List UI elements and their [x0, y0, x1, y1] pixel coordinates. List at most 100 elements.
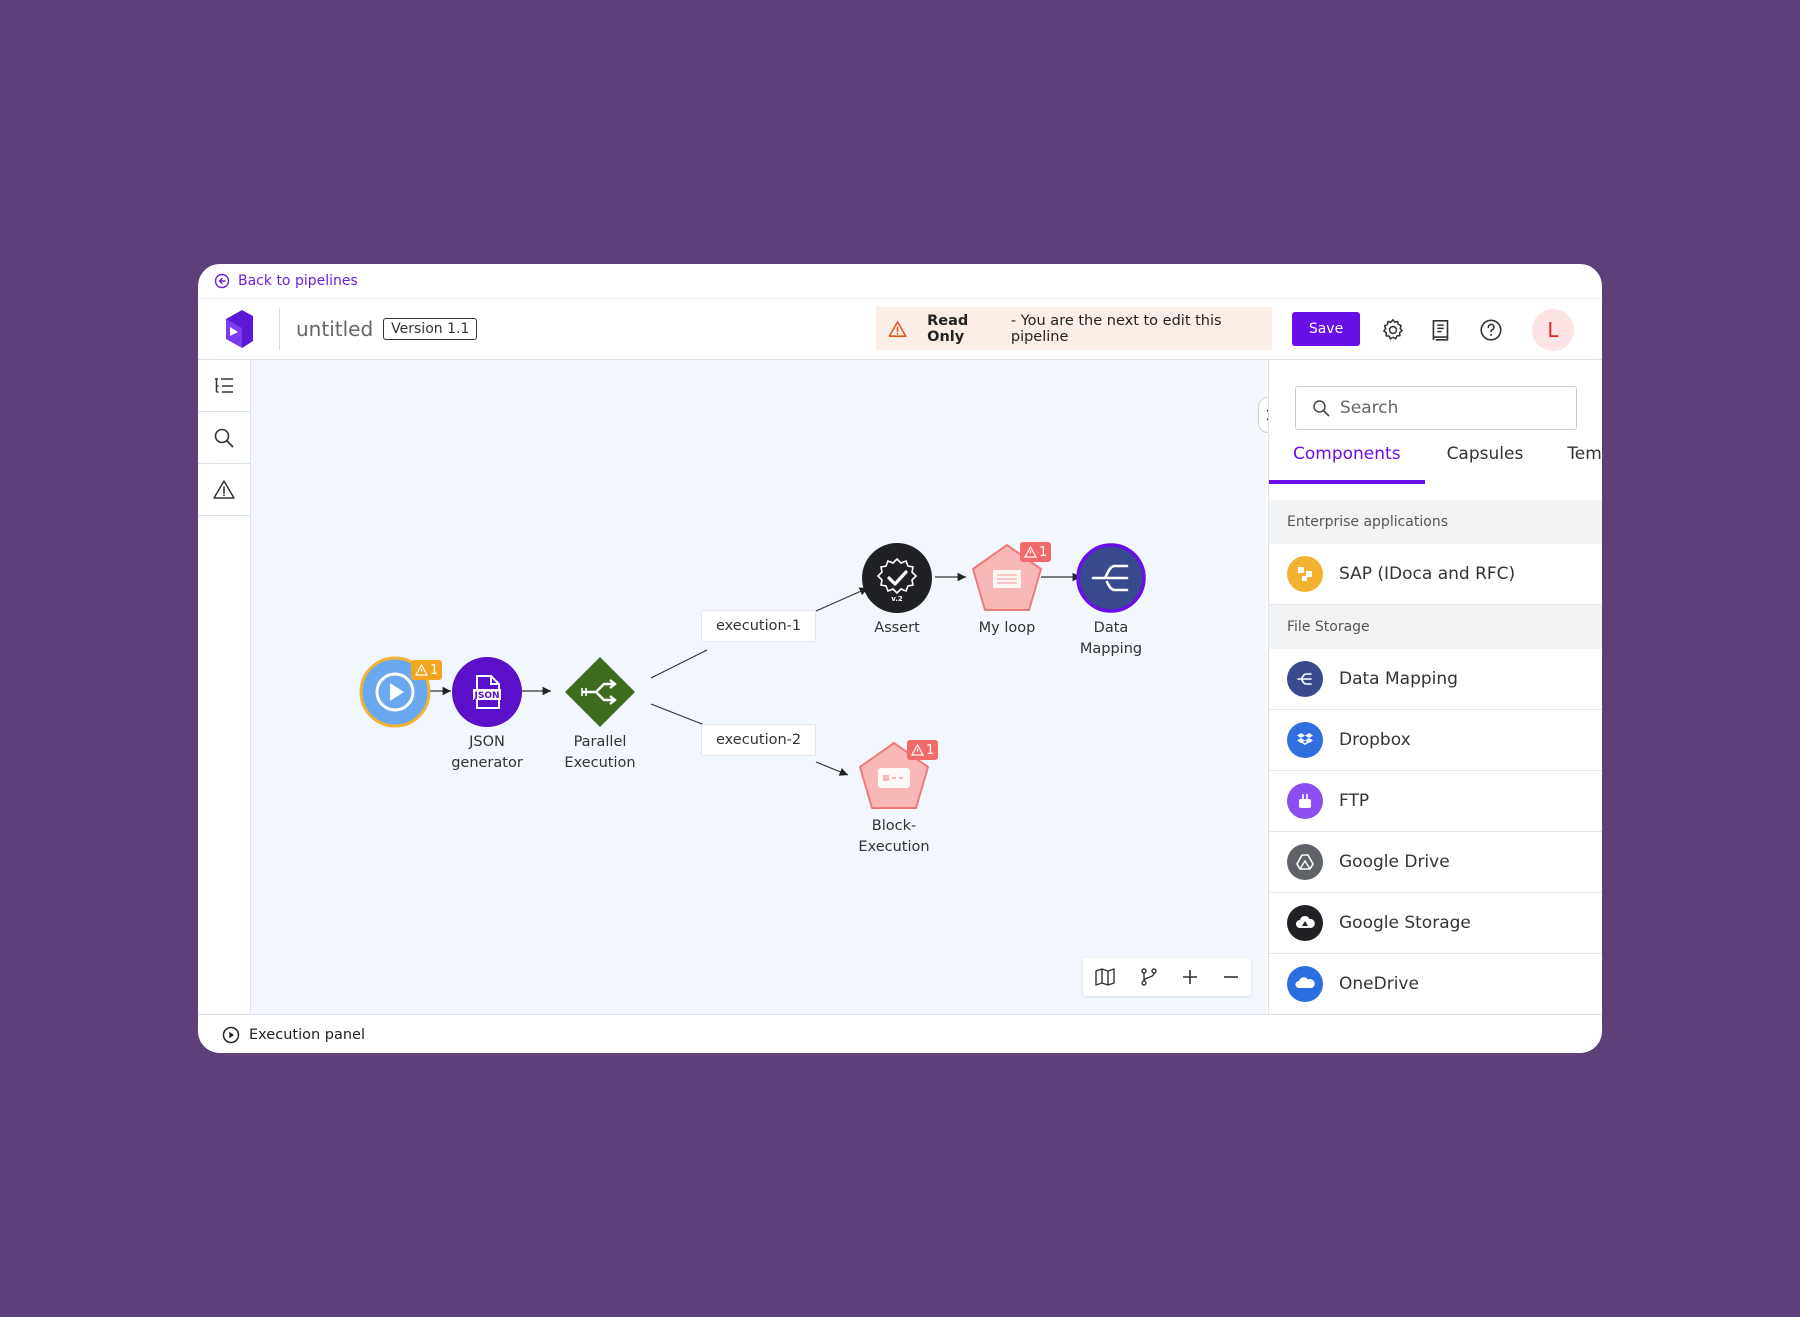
node-label: Block- Execution	[858, 818, 930, 855]
parallel-split-icon	[565, 657, 635, 727]
execution-panel-toggle[interactable]: Execution panel	[222, 1026, 365, 1044]
search-icon	[214, 428, 234, 447]
node-block-execution[interactable]: 1 Block- Execution	[849, 740, 939, 858]
user-avatar[interactable]: L	[1532, 309, 1574, 351]
edge-label-execution-2[interactable]: execution-2	[701, 724, 817, 756]
section-header: Enterprise applications	[1269, 500, 1602, 544]
json-icon-text: JSON	[473, 691, 499, 701]
app-window: Back to pipelines untitled Version 1.1 R…	[198, 264, 1602, 1053]
warning-count: 1	[430, 662, 439, 678]
back-label: Back to pipelines	[238, 273, 358, 289]
google-drive-icon	[1287, 844, 1323, 880]
pipeline-canvas[interactable]: 1 JSON JSON generator Parallel Execution	[251, 360, 1266, 1014]
error-count: 1	[1039, 544, 1048, 560]
component-name: FTP	[1339, 791, 1370, 811]
branch-layout-icon[interactable]	[1139, 967, 1159, 987]
node-label: My loop	[978, 620, 1036, 636]
assert-check-icon: v.2	[862, 543, 932, 613]
search-icon	[1313, 400, 1330, 417]
google-storage-icon	[1287, 905, 1323, 941]
panel-tabs: Components Capsules Templates	[1269, 444, 1602, 484]
json-file-icon: JSON	[452, 657, 522, 727]
execution-panel-label: Execution panel	[249, 1026, 365, 1043]
back-bar: Back to pipelines	[198, 264, 1602, 299]
warning-icon	[1024, 546, 1037, 558]
top-bar: untitled Version 1.1 Read Only - You are…	[198, 299, 1602, 360]
component-name: Google Drive	[1339, 852, 1450, 872]
tab-components[interactable]: Components	[1269, 444, 1425, 484]
onedrive-icon	[1287, 966, 1323, 1002]
documentation-book-icon[interactable]	[1428, 317, 1454, 343]
components-panel: Components Capsules Templates Enterprise…	[1268, 360, 1602, 1014]
warning-icon	[415, 664, 428, 676]
search-input[interactable]	[1338, 397, 1562, 419]
dropbox-icon	[1287, 722, 1323, 758]
edge-exec2-block	[815, 761, 849, 776]
node-label: Data Mapping	[1079, 620, 1143, 657]
edge-label-execution-1[interactable]: execution-1	[701, 610, 817, 642]
zoom-in-icon[interactable]	[1181, 968, 1199, 986]
pipeline-title[interactable]: untitled	[296, 317, 373, 341]
edge-parallel-exec2	[650, 703, 708, 727]
component-list: Enterprise applications SAP (IDoca and R…	[1269, 500, 1602, 1014]
back-arrow-icon	[214, 273, 230, 289]
minimap-icon[interactable]	[1094, 967, 1116, 987]
warning-badge[interactable]: 1	[411, 660, 443, 680]
tree-list-icon	[215, 377, 233, 393]
node-json-generator[interactable]: JSON JSON generator	[442, 656, 532, 774]
node-data-mapping[interactable]: Data Mapping	[1071, 542, 1151, 660]
save-button[interactable]: Save	[1292, 312, 1360, 346]
settings-gear-icon[interactable]	[1380, 317, 1406, 343]
component-google-drive[interactable]: Google Drive	[1269, 832, 1602, 893]
version-badge[interactable]: Version 1.1	[383, 318, 478, 340]
tab-capsules[interactable]: Capsules	[1447, 444, 1524, 484]
node-label: Assert	[874, 620, 920, 636]
notice-title: Read Only	[927, 312, 969, 345]
search-box	[1295, 386, 1577, 430]
rail-warnings-button[interactable]	[198, 464, 250, 516]
help-icon[interactable]	[1478, 317, 1504, 343]
component-onedrive[interactable]: OneDrive	[1269, 954, 1602, 1014]
error-badge[interactable]: 1	[1020, 542, 1052, 562]
component-sap[interactable]: SAP (IDoca and RFC)	[1269, 544, 1602, 605]
component-data-mapping[interactable]: Data Mapping	[1269, 649, 1602, 710]
section-header: File Storage	[1269, 605, 1602, 649]
read-only-notice: Read Only - You are the next to edit thi…	[876, 307, 1272, 350]
back-to-pipelines-link[interactable]: Back to pipelines	[214, 273, 358, 289]
notice-text: - You are the next to edit this pipeline	[1010, 312, 1222, 345]
component-google-storage[interactable]: Google Storage	[1269, 893, 1602, 954]
warning-icon	[911, 744, 924, 756]
error-count: 1	[926, 742, 935, 758]
node-label: Parallel Execution	[564, 734, 636, 771]
node-label: JSON generator	[451, 734, 523, 771]
component-name: Dropbox	[1339, 730, 1411, 750]
component-name: Google Storage	[1339, 913, 1471, 933]
component-dropbox[interactable]: Dropbox	[1269, 710, 1602, 771]
node-start[interactable]: 1	[359, 656, 443, 728]
data-mapping-icon	[1076, 543, 1146, 613]
ftp-icon	[1287, 783, 1323, 819]
node-my-loop[interactable]: 1 My loop	[962, 542, 1052, 639]
play-circle-icon	[222, 1026, 240, 1043]
component-ftp[interactable]: FTP	[1269, 771, 1602, 832]
rail-outline-button[interactable]	[198, 360, 250, 412]
sap-icon	[1287, 556, 1323, 592]
left-rail	[198, 360, 251, 1014]
assert-version-text: v.2	[891, 595, 903, 603]
node-assert[interactable]: v.2 Assert	[857, 542, 937, 639]
divider	[279, 308, 280, 350]
canvas-controls	[1083, 958, 1251, 996]
component-name: OneDrive	[1339, 974, 1419, 994]
error-badge[interactable]: 1	[907, 740, 939, 760]
component-name: SAP (IDoca and RFC)	[1339, 564, 1516, 584]
warning-triangle-icon	[213, 479, 235, 499]
zoom-out-icon[interactable]	[1222, 968, 1240, 986]
warning-icon	[888, 320, 907, 337]
node-parallel-execution[interactable]: Parallel Execution	[545, 656, 655, 774]
tab-templates[interactable]: Templates	[1567, 444, 1602, 484]
edge-parallel-exec1	[650, 649, 708, 679]
data-mapping-icon	[1287, 661, 1323, 697]
app-logo-icon	[226, 310, 253, 348]
component-name: Data Mapping	[1339, 669, 1458, 689]
rail-search-button[interactable]	[198, 412, 250, 464]
